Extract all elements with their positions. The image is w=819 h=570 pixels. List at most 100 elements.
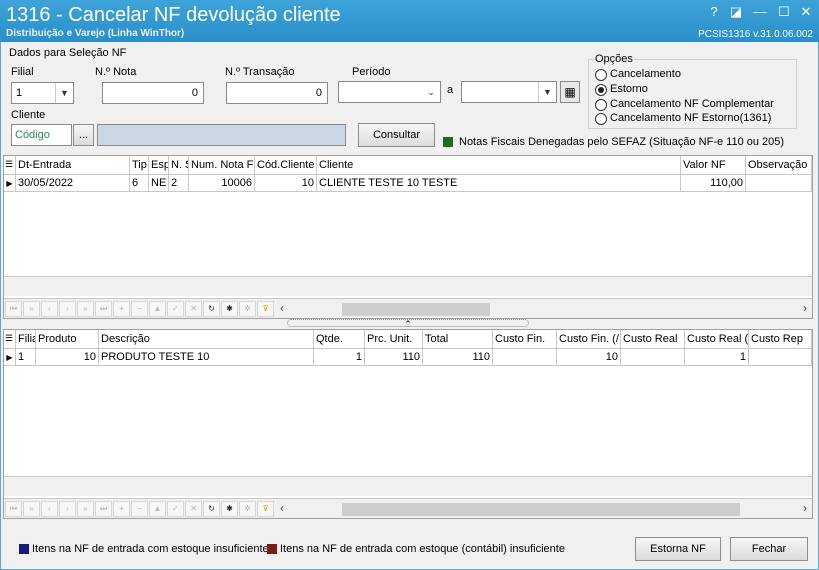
- nav-first-icon[interactable]: ⏮: [5, 301, 22, 317]
- scroll-right-icon[interactable]: ›: [803, 301, 807, 315]
- fechar-button[interactable]: Fechar: [730, 537, 808, 561]
- radio-cancelamento-label[interactable]: Cancelamento: [610, 68, 681, 80]
- col-header[interactable]: Num. Nota F: [189, 156, 255, 175]
- col-header[interactable]: N. S: [169, 156, 189, 175]
- nav-star-icon[interactable]: ✱: [221, 301, 238, 317]
- col-header[interactable]: Cliente: [317, 156, 681, 175]
- scroll-thumb[interactable]: [342, 303, 490, 316]
- splitter-handle[interactable]: ⌃: [287, 319, 529, 329]
- transacao-input[interactable]: 0: [226, 82, 328, 104]
- chevron-down-icon[interactable]: ▼: [538, 82, 556, 102]
- cliente-code-input[interactable]: Código: [11, 124, 72, 146]
- row-indicator-icon[interactable]: ▶: [4, 175, 16, 192]
- table-cell[interactable]: 2: [169, 175, 189, 192]
- table-cell[interactable]: 1: [16, 349, 36, 366]
- nav-refresh-icon[interactable]: ↻: [203, 301, 220, 317]
- scroll-left-icon[interactable]: ‹: [280, 301, 284, 315]
- radio-estorno-label[interactable]: Estorno: [610, 83, 648, 95]
- nav-star2-icon[interactable]: ✲: [239, 501, 256, 517]
- col-header[interactable]: Qtde.: [314, 330, 365, 349]
- periodo-to-select[interactable]: ▼: [461, 81, 557, 103]
- col-header[interactable]: Esp: [149, 156, 169, 175]
- col-header[interactable]: Filia: [16, 330, 36, 349]
- nav-star-icon[interactable]: ✱: [221, 501, 238, 517]
- scroll-right-icon[interactable]: ›: [803, 501, 807, 515]
- nav-next-icon[interactable]: ›: [59, 501, 76, 517]
- nav-prev-icon[interactable]: ‹: [41, 301, 58, 317]
- table-cell[interactable]: [746, 175, 812, 192]
- grid-menu-icon[interactable]: ☰: [4, 330, 16, 349]
- radio-cancelamento-estorno-label[interactable]: Cancelamento NF Estorno(1361): [610, 112, 771, 124]
- nav-edit-icon[interactable]: ▲: [149, 501, 166, 517]
- nav-next-icon[interactable]: ›: [59, 301, 76, 317]
- nav-star2-icon[interactable]: ✲: [239, 301, 256, 317]
- calendar-icon[interactable]: ▦: [560, 81, 580, 103]
- nav-prev-page-icon[interactable]: «: [23, 501, 40, 517]
- minimize-icon[interactable]: —: [751, 4, 769, 20]
- nav-cancel-icon[interactable]: ✕: [185, 301, 202, 317]
- close-icon[interactable]: ✕: [797, 4, 815, 20]
- col-header[interactable]: Total: [423, 330, 493, 349]
- nav-delete-icon[interactable]: −: [131, 501, 148, 517]
- row-indicator-icon[interactable]: ▶: [4, 349, 16, 366]
- table-cell[interactable]: 110,00: [681, 175, 746, 192]
- table-cell[interactable]: 10: [557, 349, 621, 366]
- table-cell[interactable]: 110: [365, 349, 423, 366]
- table-cell[interactable]: 10: [255, 175, 317, 192]
- col-header[interactable]: Custo Real: [621, 330, 685, 349]
- nav-insert-icon[interactable]: +: [113, 501, 130, 517]
- help-icon[interactable]: ?: [705, 4, 723, 20]
- scroll-left-icon[interactable]: ‹: [280, 501, 284, 515]
- col-header[interactable]: Custo Fin. (/: [557, 330, 621, 349]
- nav-prev-page-icon[interactable]: «: [23, 301, 40, 317]
- chevron-down-icon[interactable]: ▼: [55, 83, 73, 103]
- radio-cancelamento-complementar-label[interactable]: Cancelamento NF Complementar: [610, 98, 774, 110]
- nota-input[interactable]: 0: [102, 82, 204, 104]
- nav-insert-icon[interactable]: +: [113, 301, 130, 317]
- periodo-from-select[interactable]: ⌄: [338, 81, 441, 103]
- estorna-nf-button[interactable]: Estorna NF: [635, 537, 721, 561]
- nav-next-page-icon[interactable]: »: [77, 301, 94, 317]
- table-cell[interactable]: CLIENTE TESTE 10 TESTE: [317, 175, 681, 192]
- table-cell[interactable]: [749, 349, 812, 366]
- table-cell[interactable]: [493, 349, 557, 366]
- table-cell[interactable]: 110: [423, 349, 493, 366]
- table-cell[interactable]: 10006: [189, 175, 255, 192]
- radio-cancelamento-complementar[interactable]: [595, 99, 607, 111]
- nav-filter-icon[interactable]: ⊽: [257, 501, 274, 517]
- scroll-thumb[interactable]: [342, 503, 740, 516]
- col-header[interactable]: Custo Real (: [685, 330, 749, 349]
- consultar-button[interactable]: Consultar: [358, 123, 435, 147]
- restore-icon[interactable]: ◪: [727, 4, 745, 20]
- table-cell[interactable]: 30/05/2022: [16, 175, 130, 192]
- col-header[interactable]: Observação: [746, 156, 812, 175]
- col-header[interactable]: Prc. Unit.: [365, 330, 423, 349]
- table-cell[interactable]: 10: [36, 349, 99, 366]
- col-header[interactable]: Dt-Entrada: [16, 156, 130, 175]
- nav-first-icon[interactable]: ⏮: [5, 501, 22, 517]
- nav-post-icon[interactable]: ✓: [167, 301, 184, 317]
- grid-menu-icon[interactable]: ☰: [4, 156, 16, 175]
- nav-refresh-icon[interactable]: ↻: [203, 501, 220, 517]
- nav-last-icon[interactable]: ⏭: [95, 301, 112, 317]
- col-header[interactable]: Cód.Cliente: [255, 156, 317, 175]
- filial-select[interactable]: 1 ▼: [11, 82, 74, 104]
- table-cell[interactable]: 6: [130, 175, 149, 192]
- nav-delete-icon[interactable]: −: [131, 301, 148, 317]
- maximize-icon[interactable]: ☐: [775, 4, 793, 20]
- nav-edit-icon[interactable]: ▲: [149, 301, 166, 317]
- col-header[interactable]: Tip: [130, 156, 149, 175]
- nav-last-icon[interactable]: ⏭: [95, 501, 112, 517]
- cliente-search-button[interactable]: ...: [73, 124, 94, 146]
- nav-cancel-icon[interactable]: ✕: [185, 501, 202, 517]
- radio-cancelamento[interactable]: [595, 69, 607, 81]
- col-header[interactable]: Custo Fin.: [493, 330, 557, 349]
- nav-prev-icon[interactable]: ‹: [41, 501, 58, 517]
- col-header[interactable]: Produto: [36, 330, 99, 349]
- table-cell[interactable]: [621, 349, 685, 366]
- items-grid-hscroll[interactable]: ‹ ›: [276, 501, 811, 517]
- nav-filter-icon[interactable]: ⊽: [257, 301, 274, 317]
- nav-next-page-icon[interactable]: »: [77, 501, 94, 517]
- radio-estorno[interactable]: [595, 84, 607, 96]
- chevron-down-icon[interactable]: ⌄: [422, 82, 440, 102]
